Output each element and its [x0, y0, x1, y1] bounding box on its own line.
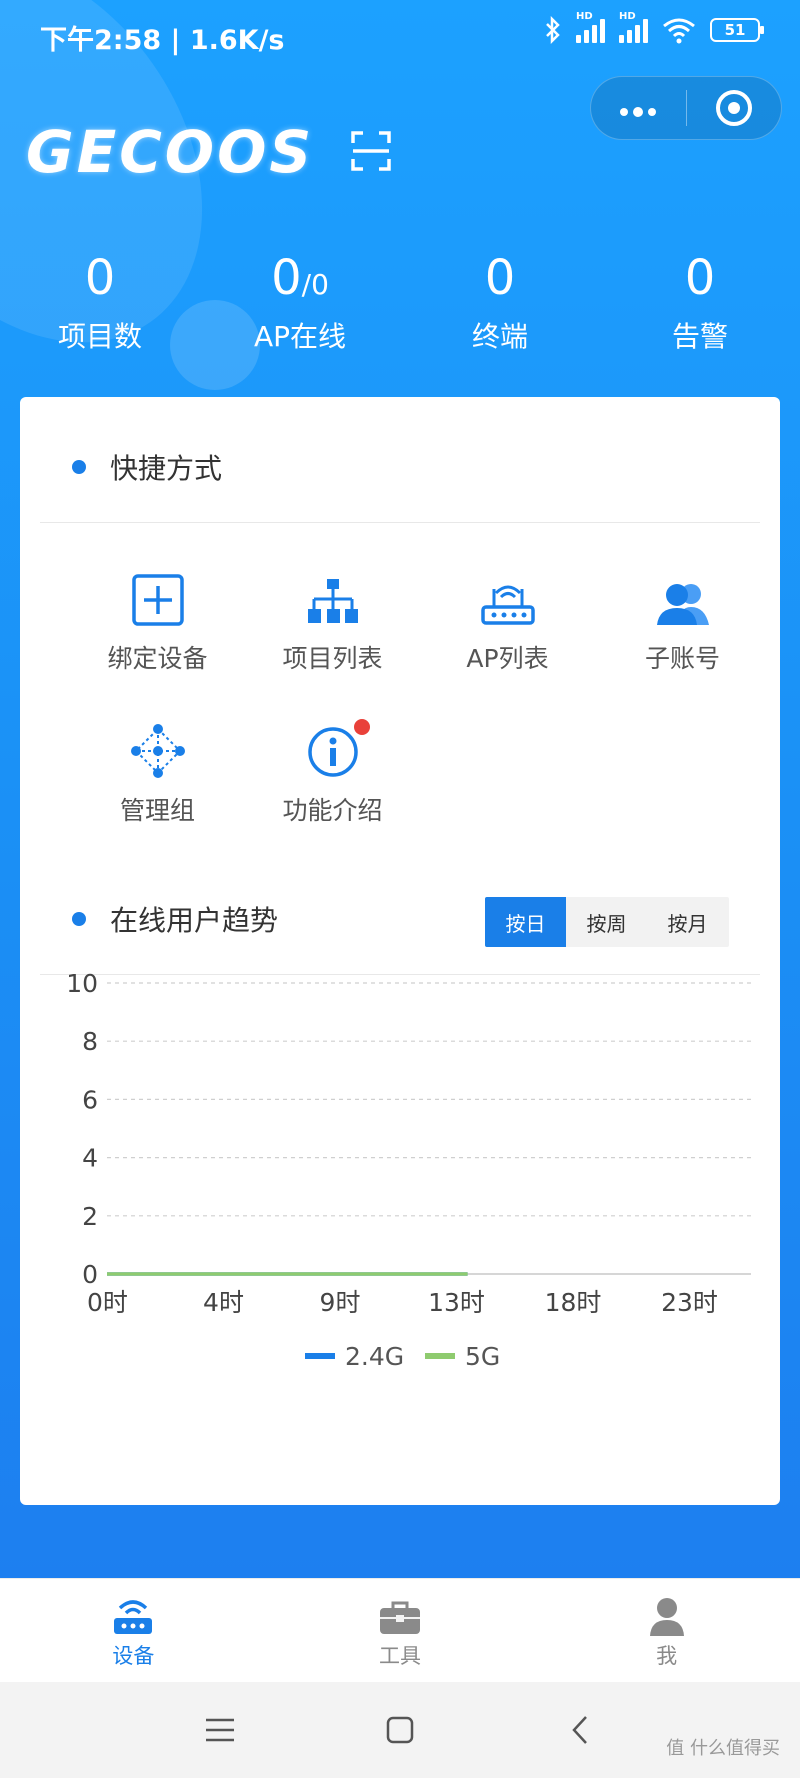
brand-logo: GECOOS: [26, 118, 315, 186]
trend-title: 在线用户趋势: [110, 904, 279, 937]
trend-header: 在线用户趋势: [72, 899, 278, 939]
stat-label: AP在线: [253, 320, 347, 353]
tab-devices[interactable]: 设备: [0, 1579, 267, 1682]
shortcut-label: 管理组: [119, 796, 195, 825]
signal-icon-sim1: HD: [576, 11, 605, 43]
toolbox-icon: [380, 1601, 420, 1634]
main-card: 快捷方式 绑定设备 项目列表 AP列表 子账号 管理组 功能介绍 在线用户趋势 …: [20, 397, 780, 1505]
shortcut-label: AP列表: [466, 644, 549, 673]
plus-square-icon: [131, 574, 184, 626]
battery-icon: 51: [710, 18, 764, 42]
stat-label: 项目数: [57, 320, 142, 353]
users-icon: [656, 584, 709, 625]
stat-ap-online[interactable]: 0/0 AP在线: [200, 250, 400, 355]
more-button[interactable]: [591, 92, 686, 125]
wifi-icon: [663, 18, 695, 44]
network-icon: [130, 724, 185, 778]
home-button[interactable]: [370, 1705, 430, 1755]
target-icon: [715, 90, 752, 126]
status-icons: HD HD 51: [544, 11, 764, 44]
router-icon: [114, 1599, 153, 1634]
shortcut-sub-account[interactable]: 子账号: [595, 567, 770, 675]
bullet-dot: [72, 912, 86, 926]
y-tick-label: 0: [82, 1260, 98, 1289]
x-tick-label: 13时: [428, 1288, 485, 1317]
online-users-chart: 0 2 4 6 8 10 0时 4时 9时 13时 18时 23时 2.4G 5G: [66, 969, 751, 1371]
bottom-tab-bar: 设备 工具 我: [0, 1578, 800, 1682]
shortcut-management-group[interactable]: 管理组: [70, 719, 245, 827]
bullet-dot: [72, 460, 86, 474]
scan-icon[interactable]: [350, 130, 392, 172]
stat-suffix: /0: [301, 268, 329, 301]
status-bar: 下午2:58 | 1.6K/s HD HD 51: [0, 0, 800, 70]
watermark: 值 什么值得买: [666, 1738, 780, 1759]
shortcut-ap-list[interactable]: AP列表: [420, 567, 595, 675]
tab-label: 工具: [379, 1643, 421, 1668]
back-chevron-icon: [572, 1716, 587, 1744]
miniprogram-capsule: [590, 76, 782, 140]
system-navigation-bar: [0, 1682, 800, 1778]
shortcut-feature-intro[interactable]: 功能介绍: [245, 719, 420, 827]
range-month-button[interactable]: 按月: [647, 897, 728, 947]
tab-tools[interactable]: 工具: [267, 1579, 534, 1682]
home-square-icon: [386, 1716, 414, 1744]
stat-projects[interactable]: 0 项目数: [0, 250, 200, 355]
x-tick-label: 23时: [661, 1288, 718, 1317]
tab-me[interactable]: 我: [533, 1579, 800, 1682]
stat-value: 0: [484, 250, 516, 306]
stat-label: 告警: [671, 320, 728, 353]
shortcuts-header: 快捷方式: [72, 447, 222, 487]
shortcut-project-list[interactable]: 项目列表: [245, 567, 420, 675]
more-dots-icon: [620, 106, 657, 117]
tab-label: 我: [656, 1643, 678, 1668]
legend-label: 2.4G: [345, 1342, 404, 1371]
menu-icon: [206, 1718, 234, 1742]
y-tick-label: 4: [82, 1144, 98, 1173]
legend-label: 5G: [465, 1342, 500, 1371]
x-tick-label: 0时: [87, 1288, 128, 1317]
hierarchy-icon: [307, 579, 358, 623]
stat-alarms[interactable]: 0 告警: [600, 250, 800, 355]
signal-icon-sim2: HD: [619, 11, 648, 43]
range-day-button[interactable]: 按日: [485, 897, 566, 947]
bluetooth-icon: [546, 16, 560, 44]
menu-button[interactable]: [190, 1705, 250, 1755]
shortcut-label: 子账号: [644, 644, 720, 673]
y-tick-label: 8: [82, 1027, 98, 1056]
y-tick-label: 6: [82, 1085, 98, 1114]
y-tick-label: 10: [66, 969, 98, 998]
x-tick-label: 4时: [203, 1288, 244, 1317]
divider: [40, 522, 760, 523]
router-icon: [480, 585, 535, 625]
x-tick-label: 9时: [320, 1288, 361, 1317]
back-button[interactable]: [550, 1705, 610, 1755]
stat-label: 终端: [471, 320, 528, 353]
notification-dot: [354, 719, 370, 735]
y-tick-label: 2: [82, 1202, 98, 1231]
shortcut-label: 绑定设备: [107, 644, 208, 673]
x-tick-label: 18时: [545, 1288, 602, 1317]
summary-stats: 0 项目数 0/0 AP在线 0 终端 0 告警: [0, 250, 800, 355]
shortcut-bind-device[interactable]: 绑定设备: [70, 567, 245, 675]
stat-value: 0: [84, 250, 116, 306]
close-miniprogram-button[interactable]: [687, 90, 782, 126]
shortcut-label: 功能介绍: [282, 796, 383, 825]
info-icon: [307, 727, 358, 777]
range-selector: 按日 按周 按月: [485, 897, 729, 947]
status-time-speed: 下午2:58 | 1.6K/s: [40, 25, 285, 56]
stat-terminals[interactable]: 0 终端: [400, 250, 600, 355]
shortcuts-title: 快捷方式: [110, 452, 223, 485]
stat-value: 0: [271, 250, 302, 306]
shortcut-label: 项目列表: [282, 644, 383, 673]
tab-label: 设备: [112, 1643, 155, 1668]
range-week-button[interactable]: 按周: [566, 897, 647, 947]
user-icon: [649, 1597, 684, 1636]
stat-value: 0: [684, 250, 716, 306]
